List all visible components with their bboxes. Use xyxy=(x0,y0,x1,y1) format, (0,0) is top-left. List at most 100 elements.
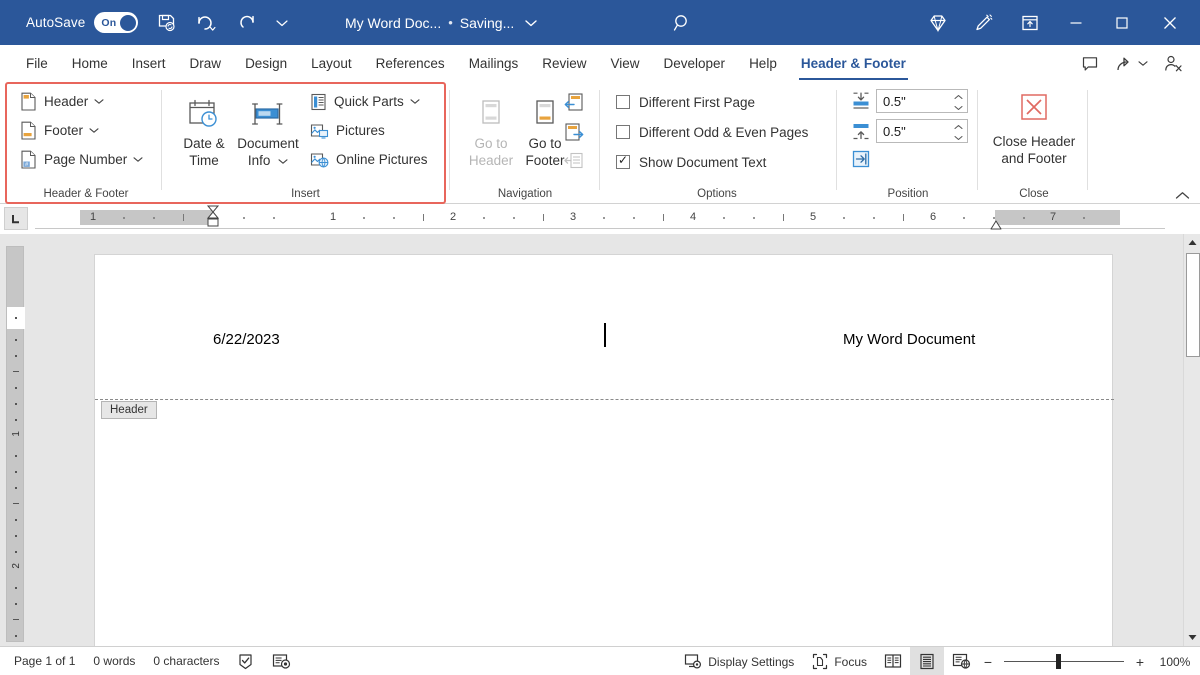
undo-icon[interactable] xyxy=(191,0,221,45)
window-controls xyxy=(915,0,1200,45)
vertical-scrollbar[interactable] xyxy=(1183,234,1200,646)
document-title-area[interactable]: My Word Doc... • Saving... xyxy=(345,0,538,45)
focus-button[interactable]: Focus xyxy=(803,647,876,675)
vertical-ruler[interactable]: 1 2 xyxy=(6,246,24,642)
print-layout-icon[interactable] xyxy=(910,647,944,675)
scroll-down-icon[interactable] xyxy=(1184,629,1200,646)
word-window: AutoSave On My Word Doc... • Saving... xyxy=(0,0,1200,675)
header-button[interactable]: Header xyxy=(16,87,147,116)
comment-icon[interactable] xyxy=(1072,45,1108,82)
left-tab-stop-icon[interactable] xyxy=(4,207,28,230)
chevron-down-icon[interactable] xyxy=(524,18,538,28)
footer-button[interactable]: Footer xyxy=(16,116,147,145)
page-status[interactable]: Page 1 of 1 xyxy=(5,647,84,675)
autosave-toggle[interactable]: On xyxy=(94,12,138,33)
character-count[interactable]: 0 characters xyxy=(144,647,228,675)
chevron-down-icon[interactable] xyxy=(410,98,420,105)
display-settings-button[interactable]: Display Settings xyxy=(675,647,803,675)
next-section-button[interactable] xyxy=(563,118,585,148)
share-button[interactable] xyxy=(1108,45,1154,82)
ribbon-display-options-icon[interactable] xyxy=(1007,0,1053,45)
word-count[interactable]: 0 words xyxy=(84,647,144,675)
tab-insert[interactable]: Insert xyxy=(120,45,178,82)
different-first-page-checkbox[interactable]: Different First Page xyxy=(616,87,808,117)
zoom-thumb[interactable] xyxy=(1056,654,1061,669)
editor-pen-icon[interactable] xyxy=(961,0,1007,45)
insert-alignment-tab-button[interactable] xyxy=(851,146,968,172)
show-document-text-checkbox[interactable]: Show Document Text xyxy=(616,147,808,177)
tab-help[interactable]: Help xyxy=(737,45,789,82)
chevron-down-icon[interactable] xyxy=(94,98,104,105)
title-separator-dot: • xyxy=(448,15,453,30)
redo-icon[interactable] xyxy=(233,0,263,45)
group-separator xyxy=(449,90,450,190)
search-icon[interactable] xyxy=(673,0,693,45)
zoom-out-button[interactable]: − xyxy=(978,654,998,670)
tab-mailings[interactable]: Mailings xyxy=(457,45,531,82)
tab-home[interactable]: Home xyxy=(60,45,120,82)
save-icon[interactable] xyxy=(147,0,185,45)
collapse-ribbon-button[interactable] xyxy=(1175,191,1190,200)
pictures-button[interactable]: Pictures xyxy=(306,116,432,145)
chevron-down-icon[interactable] xyxy=(1138,60,1148,67)
group-separator xyxy=(836,90,837,190)
quick-parts-button[interactable]: Quick Parts xyxy=(306,87,432,116)
page-number-button-label: Page Number xyxy=(44,152,127,167)
right-indent-marker-icon[interactable] xyxy=(989,218,1003,230)
page-number-button[interactable]: # Page Number xyxy=(16,145,147,174)
zoom-level-label[interactable]: 100% xyxy=(1150,655,1200,669)
page-number-icon: # xyxy=(20,150,37,169)
tab-developer[interactable]: Developer xyxy=(652,45,738,82)
go-to-footer-label-2: Footer xyxy=(525,153,564,168)
quick-access-more-icon[interactable] xyxy=(269,0,295,45)
autosave-knob xyxy=(120,15,136,31)
header-date-text[interactable]: 6/22/2023 xyxy=(213,331,280,348)
indent-marker-icon[interactable] xyxy=(206,205,220,231)
read-mode-icon[interactable] xyxy=(876,647,910,675)
horizontal-ruler[interactable]: 1 1 2 3 4 5 6 7 xyxy=(35,210,1165,229)
tab-draw[interactable]: Draw xyxy=(178,45,234,82)
go-to-footer-label-1: Go to xyxy=(528,136,561,151)
tab-file[interactable]: File xyxy=(14,45,60,82)
vruler-number: 1 xyxy=(11,431,22,437)
tab-header-and-footer[interactable]: Header & Footer xyxy=(789,45,918,82)
copilot-diamond-icon[interactable] xyxy=(915,0,961,45)
group-separator xyxy=(599,90,600,190)
tab-layout[interactable]: Layout xyxy=(299,45,364,82)
tab-review[interactable]: Review xyxy=(530,45,598,82)
document-info-button[interactable]: Document Info xyxy=(230,88,306,171)
tab-design[interactable]: Design xyxy=(233,45,299,82)
web-layout-icon[interactable] xyxy=(944,647,978,675)
different-odd-even-pages-checkbox[interactable]: Different Odd & Even Pages xyxy=(616,117,808,147)
chevron-down-icon[interactable] xyxy=(89,127,99,134)
footer-from-bottom-input[interactable]: 0.5" xyxy=(876,119,968,143)
document-page[interactable]: 6/22/2023 My Word Document Header xyxy=(94,254,1113,654)
previous-section-button[interactable] xyxy=(563,88,585,118)
ribbon-group-label-close: Close xyxy=(984,188,1084,200)
scroll-up-icon[interactable] xyxy=(1184,234,1200,251)
scrollbar-thumb[interactable] xyxy=(1186,253,1200,357)
group-separator xyxy=(161,90,162,190)
header-title-text[interactable]: My Word Document xyxy=(843,331,975,348)
proofing-check-icon[interactable] xyxy=(228,647,263,675)
chevron-down-icon[interactable] xyxy=(278,157,288,167)
close-header-and-footer-button[interactable]: Close Header and Footer xyxy=(978,86,1090,167)
spinner-arrows[interactable] xyxy=(954,121,963,143)
accessibility-checker-icon[interactable] xyxy=(263,647,300,675)
close-button[interactable] xyxy=(1145,0,1195,45)
tab-view[interactable]: View xyxy=(598,45,651,82)
ribbon-group-label-insert: Insert xyxy=(168,188,443,200)
ruler-number: 1 xyxy=(90,211,96,223)
zoom-in-button[interactable]: + xyxy=(1130,654,1150,670)
minimize-button[interactable] xyxy=(1053,0,1099,45)
maximize-button[interactable] xyxy=(1099,0,1145,45)
chevron-down-icon[interactable] xyxy=(133,156,143,163)
online-pictures-button[interactable]: Online Pictures xyxy=(306,145,432,174)
find-person-icon[interactable] xyxy=(1154,45,1192,82)
ribbon-group-header-footer: Header Footer # xyxy=(10,82,162,204)
spinner-arrows[interactable] xyxy=(954,91,963,113)
zoom-slider[interactable] xyxy=(998,647,1130,675)
link-to-previous-button[interactable] xyxy=(563,148,585,174)
tab-references[interactable]: References xyxy=(364,45,457,82)
header-from-top-input[interactable]: 0.5" xyxy=(876,89,968,113)
